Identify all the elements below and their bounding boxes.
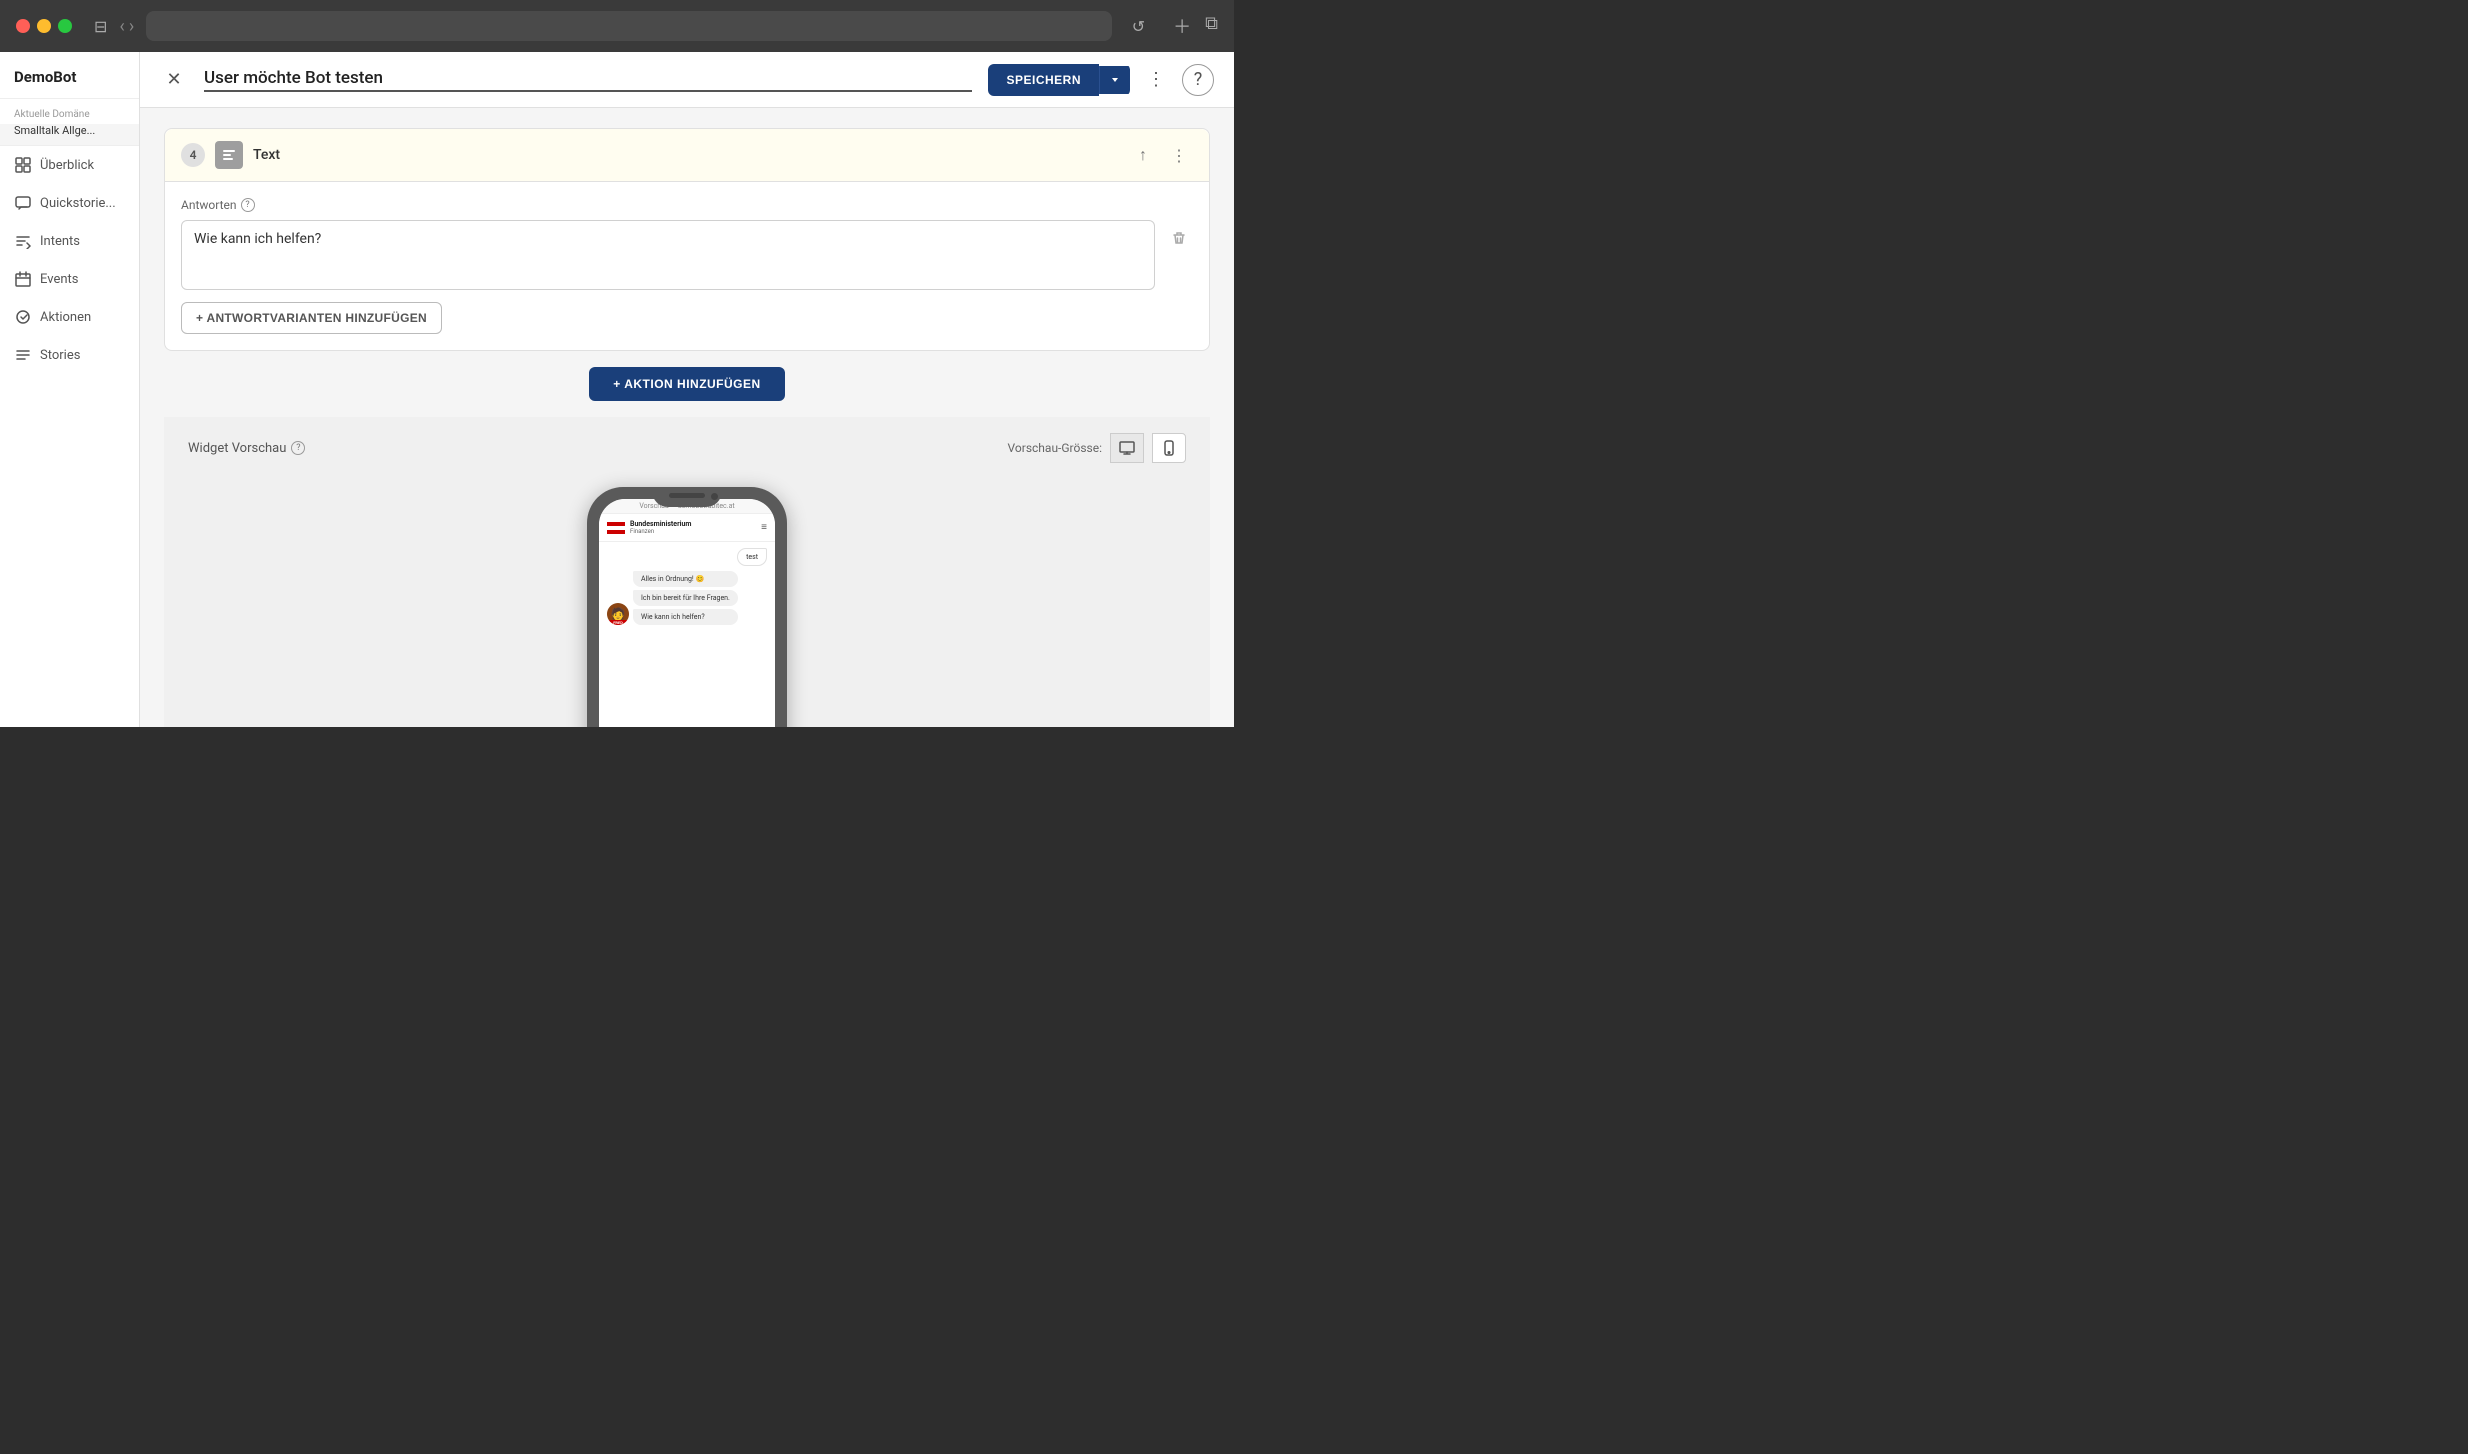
move-up-button[interactable]: ↑ — [1129, 141, 1157, 169]
chevron-down-icon — [1110, 75, 1120, 85]
more-options-button[interactable]: ⋮ — [1140, 64, 1172, 96]
stories-icon — [14, 346, 32, 364]
modal-title: User möchte Bot testen — [204, 68, 972, 92]
calendar-icon — [14, 270, 32, 288]
sidebar-item-label-quickstories: Quickstorie... — [40, 196, 116, 211]
save-button[interactable]: SPEICHERN — [988, 64, 1099, 96]
phone-camera — [711, 493, 718, 500]
add-action-section: + AKTION HINZUFÜGEN — [164, 367, 1210, 401]
card-more-button[interactable]: ⋮ — [1165, 141, 1193, 169]
modal-body: 4 Text ↑ ⋮ — [140, 108, 1234, 727]
app-container: DemoBot Aktuelle Domäne Smalltalk Allge.… — [0, 52, 1234, 727]
modal-container: ✕ User möchte Bot testen SPEICHERN ⋮ ? — [140, 52, 1234, 727]
action-card-header-actions: ↑ ⋮ — [1129, 141, 1193, 169]
phone-chat-body: test 🧑 FRED Alles in Ordnung! 😊 — [599, 542, 775, 727]
forward-arrow-icon[interactable]: › — [129, 16, 134, 37]
bot-avatar: 🧑 FRED — [607, 603, 629, 625]
phone-screen: Vorschau — demobot.ubitec.at Bundesminis… — [599, 499, 775, 727]
save-button-group: SPEICHERN — [988, 64, 1130, 96]
phone-notch — [652, 487, 722, 507]
phone-mockup-container: Vorschau — demobot.ubitec.at Bundesminis… — [188, 477, 1186, 727]
preview-label: Widget Vorschau ? — [188, 441, 305, 456]
action-type-label: Text — [253, 147, 280, 163]
refresh-icon[interactable]: ↺ — [1132, 17, 1145, 36]
save-dropdown-button[interactable] — [1099, 66, 1130, 94]
sidebar: DemoBot Aktuelle Domäne Smalltalk Allge.… — [0, 52, 140, 727]
modal-header: ✕ User möchte Bot testen SPEICHERN ⋮ ? — [140, 52, 1234, 108]
grid-icon — [14, 156, 32, 174]
preview-size-label: Vorschau-Grösse: — [1008, 441, 1102, 455]
help-button[interactable]: ? — [1182, 64, 1214, 96]
phone-speaker — [669, 493, 705, 498]
intent-icon — [14, 232, 32, 250]
add-action-button[interactable]: + AKTION HINZUFÜGEN — [589, 367, 784, 401]
sidebar-item-intents[interactable]: Intents — [0, 222, 139, 260]
close-button[interactable] — [16, 19, 30, 33]
sidebar-item-stories[interactable]: Stories — [0, 336, 139, 374]
text-type-icon — [215, 141, 243, 169]
sidebar-item-label-intents: Intents — [40, 234, 80, 249]
fullscreen-button[interactable] — [58, 19, 72, 33]
phone-chat-header: Bundesministerium Finanzen ≡ — [599, 514, 775, 542]
sidebar-item-label-overview: Überblick — [40, 158, 94, 173]
browser-actions: ＋ ⧉ — [1173, 13, 1218, 39]
sidebar-domain: Smalltalk Allge... — [0, 124, 139, 146]
desktop-view-button[interactable] — [1110, 433, 1144, 463]
text-input-row — [181, 220, 1193, 290]
preview-header: Widget Vorschau ? Vorschau-Grösse: — [188, 433, 1186, 463]
chat-org-name: Bundesministerium — [630, 520, 756, 528]
tab-overview-icon[interactable]: ⧉ — [1205, 13, 1218, 39]
preview-help-icon[interactable]: ? — [291, 441, 305, 455]
add-variant-button[interactable]: + ANTWORTVARIANTEN HINZUFÜGEN — [181, 302, 442, 334]
chat-icon — [14, 194, 32, 212]
answer-text-input[interactable] — [181, 220, 1155, 290]
action-card-header: 4 Text ↑ ⋮ — [165, 129, 1209, 182]
chat-bubble-1: Alles in Ordnung! 😊 — [633, 571, 738, 587]
action-icon — [14, 308, 32, 326]
minimize-button[interactable] — [37, 19, 51, 33]
chat-bubble-2: Ich bin bereit für Ihre Fragen. — [633, 590, 738, 606]
action-card-body: Antworten ? + ANTWORTVARIANTEN HINZUFÜGE… — [165, 182, 1209, 350]
sidebar-item-label-stories: Stories — [40, 348, 80, 363]
sidebar-item-events[interactable]: Events — [0, 260, 139, 298]
modal-close-button[interactable]: ✕ — [160, 66, 188, 94]
sidebar-section-label: Aktuelle Domäne — [0, 99, 139, 124]
sidebar-item-label-aktionen: Aktionen — [40, 310, 91, 325]
sidebar-brand: DemoBot — [0, 52, 139, 99]
chat-header-text: Bundesministerium Finanzen — [630, 520, 756, 535]
back-arrow-icon[interactable]: ‹ — [119, 16, 124, 37]
chat-bubble-3: Wie kann ich helfen? — [633, 609, 738, 625]
sidebar-item-aktionen[interactable]: Aktionen — [0, 298, 139, 336]
austria-flag-icon — [607, 522, 625, 534]
chat-message-left: 🧑 FRED Alles in Ordnung! 😊 Ich bin berei… — [607, 571, 767, 625]
preview-section: Widget Vorschau ? Vorschau-Grösse: — [164, 417, 1210, 727]
chat-dept-name: Finanzen — [630, 528, 756, 535]
sidebar-item-overview[interactable]: Überblick — [0, 146, 139, 184]
action-card: 4 Text ↑ ⋮ — [164, 128, 1210, 351]
modal-header-actions: SPEICHERN ⋮ ? — [988, 64, 1214, 96]
step-number: 4 — [181, 143, 205, 167]
sidebar-item-label-events: Events — [40, 272, 78, 287]
sidebar-item-quickstories[interactable]: Quickstorie... — [0, 184, 139, 222]
chat-menu-icon[interactable]: ≡ — [761, 522, 767, 533]
delete-answer-button[interactable] — [1165, 224, 1193, 252]
field-help-icon[interactable]: ? — [241, 198, 255, 212]
mobile-view-button[interactable] — [1152, 433, 1186, 463]
sidebar-toggle-icon[interactable]: ⊟ — [94, 17, 107, 36]
bot-avatar-label: FRED — [607, 620, 629, 625]
field-label-antworten: Antworten ? — [181, 198, 1193, 212]
phone-outer: Vorschau — demobot.ubitec.at Bundesminis… — [587, 487, 787, 727]
new-tab-icon[interactable]: ＋ — [1173, 13, 1191, 39]
traffic-lights — [16, 19, 72, 33]
browser-chrome: ⊟ ‹ › ↺ ＋ ⧉ — [0, 0, 1234, 52]
nav-arrows: ‹ › — [119, 16, 134, 37]
url-bar[interactable] — [146, 11, 1112, 41]
chat-message-right: test — [607, 548, 767, 566]
preview-size-controls: Vorschau-Grösse: — [1008, 433, 1186, 463]
chat-bubbles-left: Alles in Ordnung! 😊 Ich bin bereit für I… — [633, 571, 738, 625]
chat-bubble-test: test — [737, 548, 767, 566]
